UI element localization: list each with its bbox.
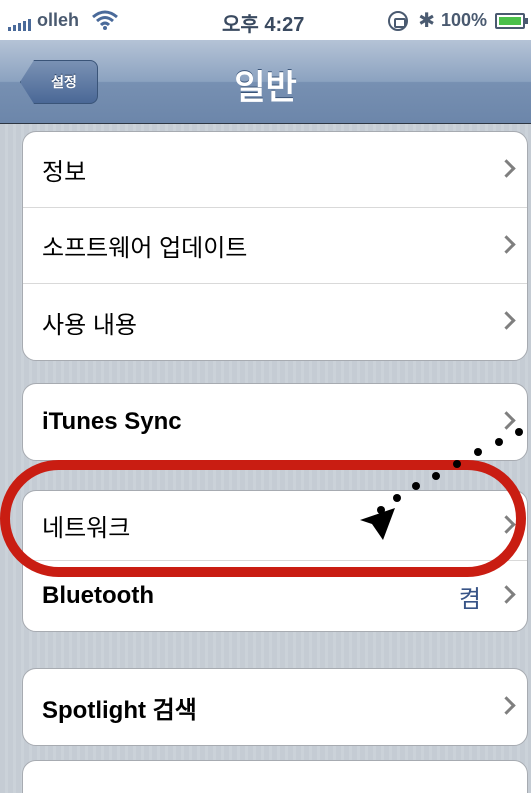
battery-icon xyxy=(495,12,528,29)
row-spotlight-search[interactable]: Spotlight 검색 xyxy=(23,669,527,745)
chevron-right-icon xyxy=(497,158,516,178)
row-usage[interactable]: 사용 내용 xyxy=(23,284,527,360)
row-label: 네트워크 xyxy=(42,515,131,542)
settings-group-network: 네트워크 Bluetooth 켬 xyxy=(22,490,528,632)
row-label: Bluetooth xyxy=(42,582,154,609)
chevron-right-icon xyxy=(497,696,516,715)
carrier-name: olleh xyxy=(37,10,80,30)
status-left: olleh xyxy=(8,9,119,31)
row-label: 소프트웨어 업데이트 xyxy=(42,235,248,262)
settings-group-spotlight: Spotlight 검색 xyxy=(22,668,528,746)
row-network[interactable]: 네트워크 xyxy=(23,491,527,561)
battery-percent: 100% xyxy=(440,10,487,30)
row-about[interactable]: 정보 xyxy=(23,132,527,208)
chevron-right-icon xyxy=(497,585,516,604)
chevron-right-icon xyxy=(497,234,516,254)
row-label: 정보 xyxy=(42,159,87,186)
page-title: 일반 xyxy=(234,69,297,107)
navigation-bar: 설정 일반 xyxy=(0,40,531,124)
row-label: 사용 내용 xyxy=(42,311,137,339)
status-right: ✱ 100% xyxy=(388,8,528,33)
row-bluetooth[interactable]: Bluetooth 켬 xyxy=(23,561,527,631)
rotation-lock-icon xyxy=(388,10,409,31)
status-bar: olleh 오후 4:27 ✱ 100% xyxy=(0,0,531,40)
settings-group-sync: iTunes Sync xyxy=(22,383,528,461)
row-label: Spotlight 검색 xyxy=(42,696,197,724)
signal-bars-icon xyxy=(8,17,31,31)
row-itunes-sync[interactable]: iTunes Sync xyxy=(23,384,527,460)
chevron-right-icon xyxy=(497,514,516,534)
row-software-update[interactable]: 소프트웨어 업데이트 xyxy=(23,208,527,284)
chevron-right-icon xyxy=(497,411,516,430)
chevron-right-icon xyxy=(497,311,516,330)
settings-group-about: 정보 소프트웨어 업데이트 사용 내용 xyxy=(22,131,528,361)
wifi-icon xyxy=(92,10,118,30)
settings-group-next xyxy=(22,760,528,793)
row-label: iTunes Sync xyxy=(42,408,182,435)
bluetooth-icon: ✱ xyxy=(418,10,435,32)
bluetooth-status-value: 켬 xyxy=(458,585,481,613)
status-time: 오후 4:27 xyxy=(222,14,305,36)
